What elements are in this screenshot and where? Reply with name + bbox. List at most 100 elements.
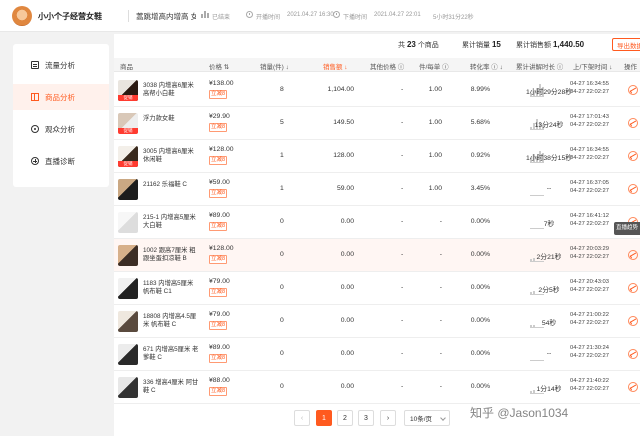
page-size-value: 10条/页 — [410, 416, 433, 423]
product-name[interactable]: 18808 内增高4.5厘米 帆布鞋 C — [143, 313, 203, 329]
trend-chart-button[interactable] — [628, 118, 638, 128]
product-name-line: 3005 内增高6厘米 — [143, 148, 194, 155]
product-thumbnail[interactable] — [118, 377, 138, 398]
trend-chart-button[interactable] — [628, 382, 638, 392]
product-name[interactable]: 21162 乐福鞋 C — [143, 181, 203, 189]
trend-chart-button[interactable] — [628, 349, 638, 359]
product-name-line: 1183 内增高5厘米 — [143, 280, 194, 287]
sidebar-item-label: 商品分析 — [45, 92, 75, 102]
col-shelf-time[interactable]: 上/下架时间 ↓ — [573, 61, 612, 71]
table-row[interactable]: 1183 内增高5厘米 帆布鞋 C1 ¥79.00 立减8 0 0.00- -0.00% 2分… — [114, 272, 640, 305]
page-1-button[interactable]: 1 — [316, 410, 332, 426]
trend-chart-button[interactable] — [628, 151, 638, 161]
product-thumbnail[interactable]: 促销 — [118, 113, 138, 134]
col-revenue[interactable]: 销售额 ↓ — [323, 61, 348, 71]
shop-name: 小小个子经营女鞋 — [38, 12, 102, 21]
col-sales[interactable]: 销量(件) ↓ — [260, 61, 289, 71]
col-price[interactable]: 价格 ⇅ — [209, 61, 229, 71]
revenue: 0.00 — [340, 383, 354, 390]
product-price: ¥128.00 — [209, 146, 234, 153]
next-page-button[interactable]: › — [380, 410, 396, 426]
col-product: 商品 — [120, 64, 133, 71]
product-thumbnail[interactable] — [118, 245, 138, 266]
conversion-rate: 3.45% — [470, 185, 490, 192]
listed-time: 04-27 16:34:55 — [570, 81, 610, 87]
sidebar-item-traffic[interactable]: 流量分析 — [13, 52, 109, 78]
shelf-times: 04-27 16:37:05 04-27 22:02:27 — [570, 180, 609, 195]
product-name[interactable]: 671 内增高5厘米 老爹鞋 C — [143, 346, 203, 362]
live-title: 蒿跳增高内增高 女… — [136, 12, 196, 21]
discount-tag: 立减8 — [209, 156, 228, 165]
col-conversion[interactable]: 转化率 ⓘ ↓ — [470, 61, 503, 71]
table-row[interactable]: 21162 乐福鞋 C ¥59.00 立减8 1 59.00-1.00 3.45% -- 04… — [114, 173, 640, 206]
product-thumbnail[interactable]: 促销 — [118, 80, 138, 101]
table-row[interactable]: 18808 内增高4.5厘米 帆布鞋 C ¥79.00 立减8 0 0.00 - - 0.00… — [114, 305, 640, 338]
product-thumbnail[interactable] — [118, 278, 138, 299]
page-2-button[interactable]: 2 — [337, 410, 353, 426]
product-name[interactable]: 1002 跟高7厘米 粗跟坐蛋扣凉鞋 B — [143, 247, 203, 263]
shelf-times: 04-27 17:01:43 04-27 22:02:27 — [570, 114, 609, 129]
table-row[interactable]: 促销 浮力款女鞋 ¥29.90 立减8 5 149.50-1.00 5.68% 13分24秒 0… — [114, 107, 640, 140]
delisted-time: 04-27 22:02:27 — [570, 88, 610, 95]
product-name[interactable]: 浮力款女鞋 — [143, 115, 203, 123]
table-row[interactable]: 促销 3038 内增高6厘米 高帮小白鞋 ¥138.00 立减8 8 1,104.00 - 1.… — [114, 74, 640, 107]
product-name[interactable]: 336 增高4厘米 阿甘鞋 C — [143, 379, 203, 395]
discount-tag: 立减8 — [209, 387, 228, 396]
product-name-line: 高帮小白鞋 — [143, 90, 175, 97]
listed-time: 04-27 16:41:12 — [570, 213, 610, 219]
table-row[interactable]: 1002 跟高7厘米 粗跟坐蛋扣凉鞋 B ¥128.00 立减8 0 0.00 - - 0.0… — [114, 239, 640, 272]
promo-badge: 促销 — [118, 128, 138, 134]
eye-icon — [31, 125, 39, 133]
table-row[interactable]: 336 增高4厘米 阿甘鞋 C ¥88.00 立减8 0 0.00- -0.00% 1分14… — [114, 371, 640, 404]
live-duration: 5小时31分22秒 — [433, 15, 474, 21]
delisted-time: 04-27 22:02:27 — [570, 352, 610, 359]
sidebar-item-products[interactable]: 商品分析 — [13, 84, 109, 110]
product-price: ¥89.00 — [209, 344, 230, 351]
product-name-line: 休闲鞋 — [143, 156, 162, 163]
product-thumbnail[interactable]: 促销 — [118, 146, 138, 167]
product-name[interactable]: 3038 内增高6厘米 高帮小白鞋 — [143, 82, 203, 98]
live-status: 已结束 — [212, 15, 231, 21]
total-sales: 累计销量 15 — [462, 40, 501, 49]
product-name-line: 21162 乐福鞋 C — [143, 181, 187, 188]
revenue: 1,104.00 — [327, 86, 354, 93]
trend-chart-button[interactable] — [628, 85, 638, 95]
conversion-rate: 5.68% — [470, 119, 490, 126]
table-row[interactable]: 215-1 内增高5厘米 大白鞋 ¥89.00 立减8 0 0.00- -0.00% 7秒 04… — [114, 206, 640, 239]
sales-count: 5 — [280, 119, 284, 126]
product-name-line: 爹鞋 C — [143, 354, 162, 361]
conversion-rate: 0.00% — [470, 383, 490, 390]
trend-chart-button[interactable] — [628, 316, 638, 326]
delisted-time: 04-27 22:02:27 — [570, 253, 610, 260]
divider — [128, 10, 129, 22]
page-size-select[interactable]: 10条/页 — [404, 410, 450, 426]
listed-time: 04-27 16:37:05 — [570, 180, 610, 186]
product-analysis-panel: 共 23 个商品 累计销量 15 累计销售额 1,440.50 导出数据 商品 … — [114, 34, 640, 436]
product-thumbnail[interactable] — [118, 212, 138, 233]
table-row[interactable]: 促销 3005 内增高6厘米 休闲鞋 ¥128.00 立减8 1 128.00 - 1.00 0.… — [114, 140, 640, 173]
product-name[interactable]: 1183 内增高5厘米 帆布鞋 C1 — [143, 280, 203, 296]
product-thumbnail[interactable] — [118, 179, 138, 200]
product-thumbnail[interactable] — [118, 311, 138, 332]
items-per-order: - — [439, 251, 442, 258]
other-price: - — [401, 218, 404, 225]
product-name[interactable]: 3005 内增高6厘米 休闲鞋 — [143, 148, 203, 164]
page-3-button[interactable]: 3 — [358, 410, 374, 426]
sidebar-item-audience[interactable]: 观众分析 — [13, 116, 109, 142]
shelf-times: 04-27 16:41:12 04-27 22:02:27 — [570, 213, 609, 228]
export-data-button[interactable]: 导出数据 — [612, 38, 640, 51]
end-time-label: 下播时间 — [343, 15, 368, 21]
sidebar-item-diagnosis[interactable]: 直播诊断 — [13, 148, 109, 174]
product-name[interactable]: 215-1 内增高5厘米 大白鞋 — [143, 214, 203, 230]
trend-chart-button[interactable] — [628, 250, 638, 260]
product-thumbnail[interactable] — [118, 344, 138, 365]
trend-chart-button[interactable] — [628, 283, 638, 293]
discount-tag: 立减8 — [209, 123, 228, 132]
product-price: ¥89.00 — [209, 212, 230, 219]
product-price: ¥79.00 — [209, 311, 230, 318]
table-row[interactable]: 671 内增高5厘米 老爹鞋 C ¥89.00 立减8 0 0.00- -0.00% -- 0… — [114, 338, 640, 371]
revenue: 149.50 — [333, 119, 354, 126]
trend-chart-button[interactable] — [628, 184, 638, 194]
sidebar-item-label: 流量分析 — [45, 60, 75, 70]
prev-page-button[interactable]: ‹ — [294, 410, 310, 426]
